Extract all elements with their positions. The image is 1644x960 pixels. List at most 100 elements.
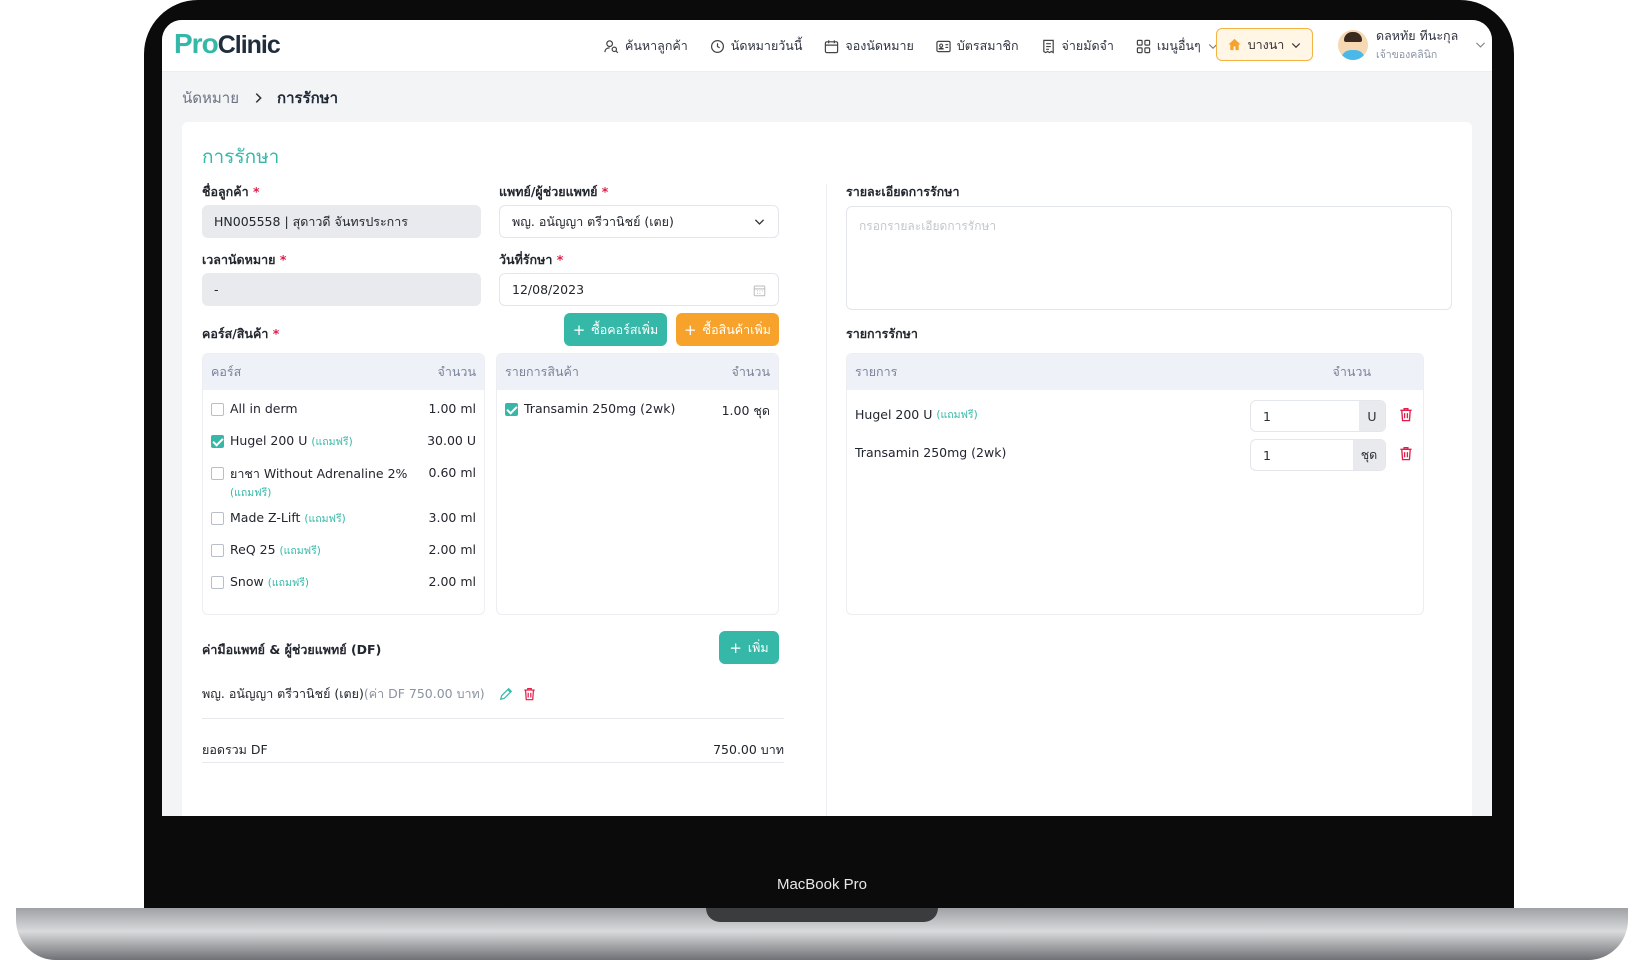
plus-icon: +: [729, 638, 742, 657]
course-name: ReQ 25: [230, 542, 276, 557]
trash-icon[interactable]: [1399, 446, 1413, 461]
product-row[interactable]: Transamin 250mg (2wk) 1.00 ชุด: [505, 401, 770, 421]
chevron-down-icon: [1292, 42, 1301, 48]
product-name: Transamin 250mg (2wk): [524, 401, 676, 416]
course-qty: 30.00 U: [427, 433, 476, 448]
course-row[interactable]: Made Z-Lift (แถมฟรี) 3.00 ml: [211, 510, 476, 527]
buy-product-label: ซื้อสินค้าเพิ่ม: [702, 321, 771, 337]
df-entry: พญ. อนัญญา ตรีวานิชย์ (เตย)(ค่า DF 750.0…: [202, 684, 536, 704]
nav-item-book-appointment[interactable]: จองนัดหมาย: [824, 36, 914, 56]
course-checkbox[interactable]: [211, 544, 224, 557]
course-col-name: คอร์ส: [211, 364, 242, 379]
treatment-qty-value[interactable]: 1: [1251, 401, 1359, 431]
course-row[interactable]: All in derm 1.00 ml: [211, 401, 476, 416]
clock-icon: [710, 39, 724, 53]
calendar-icon[interactable]: [753, 284, 766, 297]
treatment-name: Transamin 250mg (2wk): [855, 445, 1007, 460]
treatment-unit: ชุด: [1353, 440, 1385, 470]
details-textarea[interactable]: กรอกรายละเอียดการรักษา: [846, 206, 1452, 310]
course-name: ยาชา Without Adrenaline 2%: [230, 466, 408, 481]
product-qty: 1.00 ชุด: [721, 403, 770, 418]
nav-item-member-card[interactable]: บัตรสมาชิก: [936, 36, 1019, 56]
product-col-qty: จำนวน: [731, 364, 770, 379]
treatment-list-panel: รายการ จำนวน Hugel 200 U (แถมฟรี) 1 U Tr…: [846, 353, 1424, 615]
df-entry-name: พญ. อนัญญา ตรีวานิชย์ (เตย): [202, 686, 364, 701]
breadcrumb-parent[interactable]: นัดหมาย: [182, 86, 239, 110]
nav-item-other-menu[interactable]: เมนูอื่นๆ: [1136, 36, 1219, 56]
course-panel-header: คอร์ส จำนวน: [203, 354, 484, 390]
grid-icon: [1136, 39, 1151, 53]
nav-item-label: จ่ายมัดจำ: [1061, 38, 1114, 53]
course-checkbox[interactable]: [211, 467, 224, 480]
breadcrumb: นัดหมาย การรักษา: [182, 86, 338, 110]
id-card-icon: [936, 40, 951, 52]
edit-icon[interactable]: [499, 687, 513, 701]
branch-selector[interactable]: บางนา: [1216, 28, 1313, 61]
avatar: [1338, 29, 1368, 60]
breadcrumb-current: การรักษา: [276, 89, 338, 107]
treatment-card: การรักษา ชื่อลูกค้า * HN005558 | สุดาวดี…: [182, 122, 1472, 816]
buy-product-button[interactable]: + ซื้อสินค้าเพิ่ม: [676, 313, 779, 346]
course-row[interactable]: ยาชา Without Adrenaline 2% (แถมฟรี) 0.60…: [211, 465, 476, 502]
course-qty: 2.00 ml: [428, 542, 476, 557]
trash-icon[interactable]: [523, 687, 536, 701]
course-qty: 3.00 ml: [428, 510, 476, 525]
customer-field[interactable]: HN005558 | สุดาวดี จันทรประการ: [202, 205, 481, 238]
customer-label: ชื่อลูกค้า *: [202, 184, 260, 199]
calendar-icon: [825, 39, 839, 53]
device-label: MacBook Pro: [776, 876, 868, 893]
treatment-qty-input[interactable]: 1 U: [1250, 400, 1386, 432]
home-icon: [1228, 38, 1241, 51]
appointment-time-label: เวลานัดหมาย *: [202, 252, 287, 267]
free-tag: (แถมฟรี): [279, 545, 321, 557]
divider: [202, 718, 784, 719]
doctor-label: แพทย์/ผู้ช่วยแพทย์ *: [499, 184, 609, 199]
course-qty: 1.00 ml: [428, 401, 476, 416]
treatment-date-label: วันที่รักษา *: [499, 252, 564, 267]
treatment-unit: U: [1359, 401, 1385, 431]
nav-item-deposit[interactable]: จ่ายมัดจำ: [1041, 36, 1114, 56]
top-navbar: ProClinic ค้นหาลูกค้า นัดหมายวันนี้ จองน…: [162, 20, 1492, 72]
nav-item-today-appointments[interactable]: นัดหมายวันนี้: [710, 36, 802, 56]
chevron-down-icon: [1476, 42, 1486, 48]
treatment-qty-input[interactable]: 1 ชุด: [1250, 439, 1386, 471]
treatment-col-qty: จำนวน: [1332, 364, 1371, 379]
course-checkbox[interactable]: [211, 435, 224, 448]
trash-icon[interactable]: [1399, 407, 1413, 422]
product-checkbox[interactable]: [505, 403, 518, 416]
course-checkbox[interactable]: [211, 403, 224, 416]
course-checkbox[interactable]: [211, 576, 224, 589]
nav-item-label: เมนูอื่นๆ: [1156, 38, 1201, 53]
treatment-qty-value[interactable]: 1: [1251, 440, 1353, 470]
product-panel: รายการสินค้า จำนวน Transamin 250mg (2wk)…: [496, 353, 779, 615]
brand-logo-part2: Clinic: [217, 31, 281, 59]
brand-logo-part1: Pro: [174, 28, 219, 59]
course-checkbox[interactable]: [211, 512, 224, 525]
df-entry-note: (ค่า DF 750.00 บาท): [363, 686, 485, 701]
chevron-down-icon: [754, 219, 765, 225]
details-label: รายละเอียดการรักษา: [846, 184, 960, 199]
treatment-date-input[interactable]: 12/08/2023: [499, 273, 779, 306]
treatment-date-label-text: วันที่รักษา: [499, 252, 553, 267]
add-df-button[interactable]: + เพิ่ม: [719, 631, 779, 664]
df-label: ค่ามือแพทย์ & ผู้ช่วยแพทย์ (DF): [202, 642, 382, 657]
nav-item-customer-search[interactable]: ค้นหาลูกค้า: [604, 36, 688, 56]
course-row[interactable]: Hugel 200 U (แถมฟรี) 30.00 U: [211, 433, 476, 450]
buy-course-button[interactable]: + ซื้อคอร์สเพิ่ม: [564, 313, 667, 346]
appointment-time-field[interactable]: -: [202, 273, 481, 306]
free-tag: (แถมฟรี): [267, 577, 310, 589]
appointment-time-label-text: เวลานัดหมาย: [202, 252, 276, 267]
course-name: Snow: [230, 574, 264, 589]
course-row[interactable]: Snow (แถมฟรี) 2.00 ml: [211, 574, 476, 591]
customer-label-text: ชื่อลูกค้า: [202, 184, 249, 199]
treatment-list-label: รายการรักษา: [846, 326, 918, 341]
course-row[interactable]: ReQ 25 (แถมฟรี) 2.00 ml: [211, 542, 476, 559]
doctor-select[interactable]: พญ. อนัญญา ตรีวานิชย์ (เตย): [499, 205, 779, 238]
course-product-label-text: คอร์ส/สินค้า: [202, 326, 269, 341]
brand-logo[interactable]: ProClinic: [174, 28, 281, 60]
user-menu[interactable]: ดลหทัย ทีนะกุล เจ้าของคลินิก: [1338, 26, 1487, 63]
main-menu: ค้นหาลูกค้า นัดหมายวันนี้ จองนัดหมาย บัต…: [604, 20, 1219, 72]
treatment-date-value: 12/08/2023: [512, 282, 585, 297]
add-df-label: เพิ่ม: [747, 639, 769, 655]
treatment-name: Hugel 200 U: [855, 407, 933, 422]
